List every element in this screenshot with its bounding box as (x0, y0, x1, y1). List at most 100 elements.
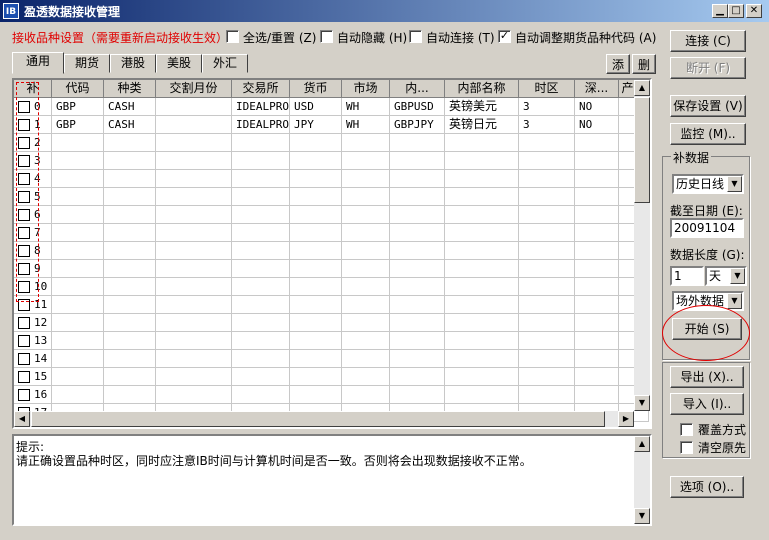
add-tab-button[interactable]: 添 (606, 54, 630, 74)
table-cell[interactable] (232, 386, 290, 404)
scroll-right-button[interactable]: ▶ (618, 411, 634, 427)
table-cell[interactable] (290, 314, 342, 332)
table-cell[interactable] (290, 224, 342, 242)
table-cell[interactable] (52, 242, 104, 260)
table-cell[interactable] (519, 332, 575, 350)
table-row[interactable]: 4 (14, 170, 649, 188)
table-cell[interactable] (290, 188, 342, 206)
chevron-down-icon[interactable]: ▼ (730, 268, 745, 284)
table-cell[interactable] (575, 206, 619, 224)
column-header[interactable]: 代码 (52, 80, 104, 98)
table-cell[interactable] (519, 314, 575, 332)
table-cell[interactable] (390, 314, 445, 332)
table-cell[interactable] (342, 188, 390, 206)
table-cell[interactable] (342, 242, 390, 260)
disconnect-button[interactable]: 断开 (F) (670, 57, 746, 79)
table-cell[interactable] (290, 242, 342, 260)
table-cell[interactable] (445, 224, 519, 242)
table-cell[interactable]: GBP (52, 116, 104, 134)
table-cell[interactable] (445, 296, 519, 314)
table-cell[interactable]: CASH (104, 98, 156, 116)
row-checkbox[interactable] (18, 317, 30, 329)
table-cell[interactable] (342, 386, 390, 404)
table-cell[interactable]: CASH (104, 116, 156, 134)
vertical-scrollbar[interactable]: ▲ ▼ (634, 80, 650, 411)
table-cell[interactable] (519, 188, 575, 206)
column-header[interactable]: 交易所 (232, 80, 290, 98)
table-row[interactable]: 14 (14, 350, 649, 368)
hscroll-thumb[interactable] (31, 411, 605, 427)
chevron-down-icon[interactable]: ▼ (727, 176, 742, 192)
table-cell[interactable] (342, 152, 390, 170)
table-row[interactable]: 1 GBP CASH IDEALPRO JPY WH GBPJPY 英镑日元 3 NO (14, 116, 649, 134)
table-row[interactable]: 5 (14, 188, 649, 206)
delete-tab-button[interactable]: 删 (632, 54, 656, 74)
table-cell[interactable] (156, 242, 232, 260)
table-cell[interactable] (342, 260, 390, 278)
table-cell[interactable] (156, 152, 232, 170)
title-bar[interactable]: IB 盈透数据接收管理 ▁ □ ✕ (0, 0, 769, 22)
table-cell[interactable] (519, 260, 575, 278)
table-cell[interactable] (575, 260, 619, 278)
table-cell[interactable] (342, 350, 390, 368)
data-length-input[interactable]: 1 (670, 266, 704, 286)
table-cell[interactable] (575, 332, 619, 350)
table-cell[interactable] (232, 350, 290, 368)
table-cell[interactable] (52, 152, 104, 170)
table-cell[interactable] (104, 260, 156, 278)
table-cell[interactable] (104, 386, 156, 404)
table-cell[interactable] (445, 332, 519, 350)
table-cell[interactable] (519, 242, 575, 260)
table-cell[interactable]: GBP (52, 98, 104, 116)
maximize-button[interactable]: □ (728, 4, 744, 18)
table-cell[interactable] (575, 296, 619, 314)
table-cell[interactable] (104, 350, 156, 368)
table-cell[interactable] (290, 152, 342, 170)
row-checkbox[interactable] (18, 335, 30, 347)
table-row[interactable]: 16 (14, 386, 649, 404)
table-cell[interactable] (445, 206, 519, 224)
table-cell[interactable]: NO (575, 98, 619, 116)
table-cell[interactable] (52, 350, 104, 368)
table-cell[interactable] (52, 260, 104, 278)
import-button[interactable]: 导入 (I).. (670, 393, 744, 415)
table-cell[interactable] (290, 260, 342, 278)
auto-hide-checkbox[interactable] (320, 30, 333, 43)
table-cell[interactable] (156, 332, 232, 350)
table-cell[interactable]: 英镑美元 (445, 98, 519, 116)
hint-scroll-up[interactable]: ▲ (634, 436, 650, 452)
table-cell[interactable] (156, 350, 232, 368)
table-cell[interactable] (445, 350, 519, 368)
table-cell[interactable]: JPY (290, 116, 342, 134)
table-cell[interactable] (156, 116, 232, 134)
table-cell[interactable] (104, 278, 156, 296)
table-cell[interactable] (104, 152, 156, 170)
table-cell[interactable] (104, 206, 156, 224)
table-cell[interactable] (445, 260, 519, 278)
table-row[interactable]: 0 GBP CASH IDEALPRO USD WH GBPUSD 英镑美元 3 NO (14, 98, 649, 116)
table-cell[interactable] (342, 224, 390, 242)
table-cell[interactable]: IDEALPRO (232, 116, 290, 134)
table-cell[interactable] (575, 368, 619, 386)
table-cell[interactable] (104, 170, 156, 188)
table-cell[interactable]: WH (342, 98, 390, 116)
table-cell[interactable] (104, 368, 156, 386)
column-header[interactable]: 时区 (519, 80, 575, 98)
table-cell[interactable] (232, 296, 290, 314)
table-cell[interactable] (232, 206, 290, 224)
table-cell[interactable] (445, 134, 519, 152)
hint-scroll-down[interactable]: ▼ (634, 508, 650, 524)
table-cell[interactable] (290, 296, 342, 314)
table-cell[interactable] (290, 350, 342, 368)
table-cell[interactable] (52, 206, 104, 224)
table-cell[interactable] (390, 224, 445, 242)
table-cell[interactable] (575, 314, 619, 332)
table-cell[interactable] (156, 296, 232, 314)
table-row[interactable]: 6 (14, 206, 649, 224)
table-cell[interactable] (156, 314, 232, 332)
table-cell[interactable] (52, 368, 104, 386)
table-cell[interactable] (519, 224, 575, 242)
table-cell[interactable] (52, 134, 104, 152)
table-cell[interactable] (390, 242, 445, 260)
table-cell[interactable] (104, 332, 156, 350)
